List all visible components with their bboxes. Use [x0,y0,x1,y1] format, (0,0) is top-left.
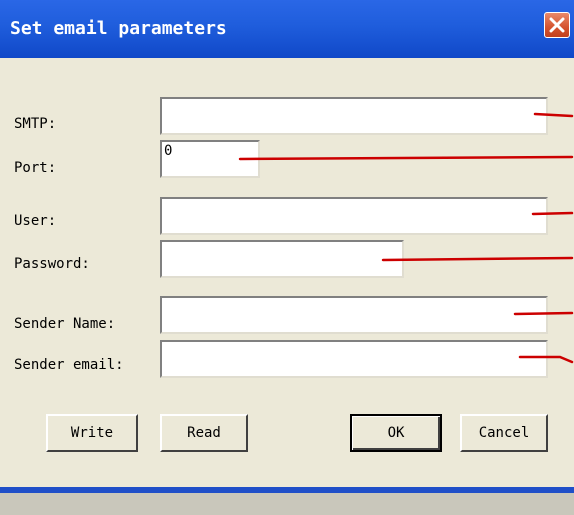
sender-name-input[interactable] [160,296,548,334]
close-icon [549,17,565,33]
annotation-line-port [238,155,574,161]
port-input[interactable]: 0 [160,140,260,178]
user-input[interactable] [160,197,548,235]
smtp-input[interactable] [160,97,548,135]
sender-name-label: Sender Name: [14,316,116,332]
password-label: Password: [14,256,90,272]
user-label: User: [14,213,57,229]
email-parameters-dialog: Set email parameters SMTP: Port: 0 User:… [0,0,574,515]
dialog-title: Set email parameters [10,18,227,39]
title-bar[interactable]: Set email parameters [0,0,574,58]
sender-email-input[interactable] [160,340,548,378]
smtp-label: SMTP: [14,116,57,132]
password-input[interactable] [160,240,404,278]
sender-email-label: Sender email: [14,357,124,373]
annotation-line-password [381,256,574,262]
ok-button[interactable]: OK [350,414,442,452]
write-button[interactable]: Write [46,414,138,452]
read-button[interactable]: Read [160,414,248,452]
close-button[interactable] [544,12,570,38]
bottom-strip [0,493,574,515]
cancel-button[interactable]: Cancel [460,414,548,452]
port-label: Port: [14,160,57,176]
